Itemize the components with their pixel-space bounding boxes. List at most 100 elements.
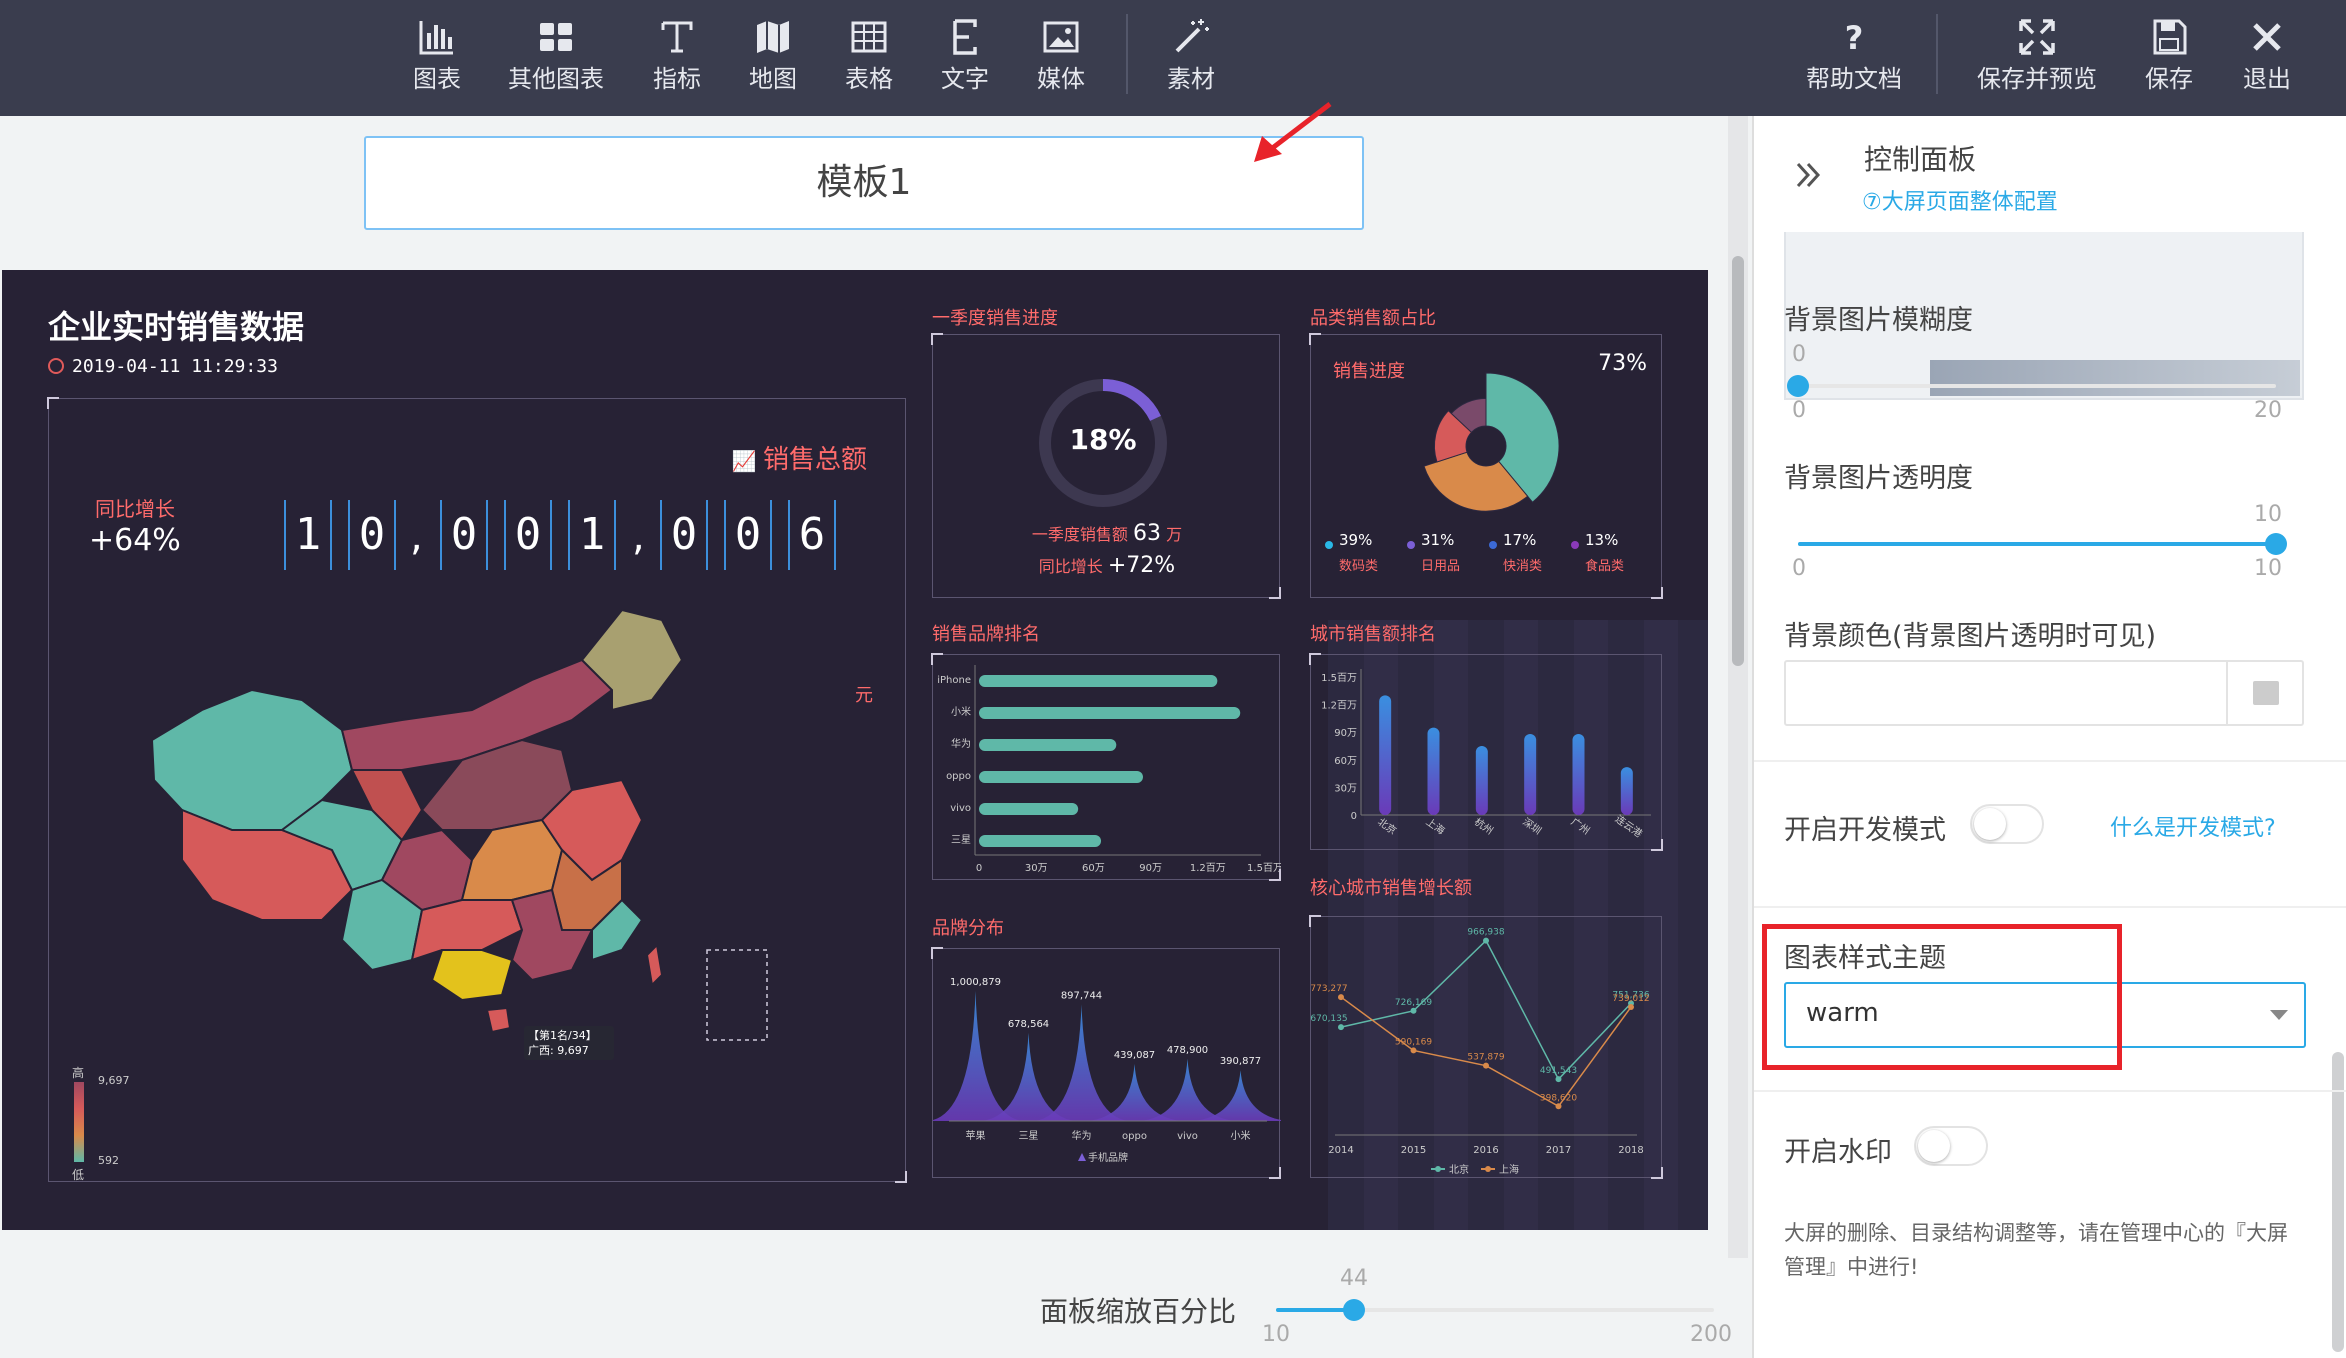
- toolbar-label: 文字: [941, 65, 989, 93]
- counter-digit: 0: [504, 500, 552, 570]
- zoom-slider-handle[interactable]: [1343, 1299, 1365, 1321]
- indicator-button[interactable]: 指标: [622, 14, 732, 104]
- media-button[interactable]: 媒体: [1006, 14, 1116, 104]
- legend-dot: [1571, 541, 1579, 549]
- panel-note: 大屏的删除、目录结构调整等，请在管理中心的『大屏管理』中进行!: [1784, 1221, 2288, 1279]
- chart-button[interactable]: 图表: [382, 14, 492, 104]
- city-rank-title: 城市销售额排名: [1310, 624, 1436, 645]
- category-progress-label: 销售进度: [1333, 361, 1405, 382]
- zoom-label: 面板缩放百分比: [1040, 1295, 1237, 1328]
- bg-color-input[interactable]: [1784, 660, 2304, 726]
- legend-marker: [1435, 1166, 1441, 1172]
- table-button[interactable]: 表格: [814, 14, 924, 104]
- close-icon: [2253, 23, 2281, 51]
- city-bar: [1475, 746, 1488, 815]
- opacity-slider-handle[interactable]: [2265, 533, 2287, 555]
- point-label: 773,277: [1311, 984, 1348, 994]
- brand-bar: [979, 707, 1241, 719]
- counter-digit: 6: [788, 500, 836, 570]
- peak-label: 678,564: [1008, 1019, 1049, 1030]
- opacity-label: 背景图片透明度: [1784, 463, 1973, 494]
- opacity-slider-fill: [1798, 542, 2276, 546]
- category-legend: 39% 数码类 31% 日用品 17% 快消类 13% 食品类: [1325, 531, 1655, 581]
- timestamp-text: 2019-04-11 11:29:33: [72, 356, 278, 377]
- point-label: 739,012: [1612, 994, 1649, 1004]
- toolbar-label: 地图: [749, 65, 797, 93]
- y-tick-label: 1.5百万: [1321, 672, 1357, 684]
- dev-mode-toggle[interactable]: [1970, 804, 2044, 844]
- brand-tick-label: oppo: [1122, 1131, 1147, 1142]
- panel-subtitle-link[interactable]: ⑦大屏页面整体配置: [1862, 184, 2058, 216]
- toolbar-label: 其他图表: [508, 65, 604, 93]
- y-tick-label: 0: [1351, 811, 1357, 822]
- toolbar-divider: [1936, 14, 1938, 94]
- arrow-annotation-icon: [1254, 102, 1332, 162]
- text-button[interactable]: 文字: [910, 14, 1020, 104]
- dashboard-screen[interactable]: 企业实时销售数据 2019-04-11 11:29:33 📈 销售总额 同比增长…: [2, 270, 1708, 1230]
- panel-scrollbar[interactable]: [2328, 232, 2346, 1358]
- save-button[interactable]: 保存: [2122, 14, 2216, 104]
- toolbar-label: 素材: [1167, 65, 1215, 93]
- peak-label: 897,744: [1061, 990, 1102, 1001]
- legend-item: 17% 快消类: [1489, 531, 1571, 581]
- dev-mode-help-link[interactable]: 什么是开发模式?: [2110, 810, 2276, 842]
- brand-tick-label: 华为: [1072, 1129, 1092, 1142]
- dev-mode-label: 开启开发模式: [1784, 815, 1946, 846]
- trend-icon: 📈: [731, 449, 763, 473]
- save-icon: [2153, 19, 2187, 55]
- blur-slider-track[interactable]: [1798, 384, 2276, 388]
- other-charts-button[interactable]: 其他图表: [501, 14, 611, 104]
- city-tick-label: 深圳: [1520, 816, 1543, 837]
- x-tick-label: 1.5百万: [1247, 862, 1281, 874]
- sales-total-title: 📈 销售总额: [732, 439, 867, 476]
- section-divider: [1754, 760, 2346, 762]
- panel-scrollbar-thumb[interactable]: [2332, 1052, 2344, 1352]
- city-tick-label: 广州: [1569, 816, 1592, 837]
- blur-slider-handle[interactable]: [1787, 375, 1809, 397]
- brand-tick-label: 华为: [951, 737, 971, 750]
- map-legend-gradient: [74, 1082, 84, 1162]
- legend-name: 快消类: [1503, 559, 1543, 574]
- city-bar: [1524, 734, 1537, 815]
- watermark-toggle[interactable]: [1914, 1126, 1988, 1166]
- series-point: [1483, 1062, 1489, 1069]
- q1-sales-label: 一季度销售额: [1031, 525, 1128, 544]
- counter-digit: 0: [348, 500, 396, 570]
- map-region-hainan: [485, 1006, 512, 1034]
- save-preview-button[interactable]: 保存并预览: [1970, 14, 2104, 104]
- counter-digit: 1: [568, 500, 616, 570]
- preview-thumbnail: [1930, 360, 2300, 396]
- series-point: [1410, 1047, 1417, 1054]
- counter-digit: 1: [284, 500, 332, 570]
- dashboard-timestamp: 2019-04-11 11:29:33: [48, 356, 278, 377]
- peak-label: 1,000,879: [950, 977, 1001, 988]
- help-docs-button[interactable]: ? 帮助文档: [1794, 14, 1914, 104]
- category-panel: 销售进度 73% 39% 数码类 31% 日用品 17% 快消类 13% 食品类: [1309, 333, 1663, 599]
- toolbar-label: 保存并预览: [1977, 65, 2097, 93]
- canvas-scrollbar-thumb[interactable]: [1732, 256, 1744, 666]
- template-title-input[interactable]: 模板1: [364, 136, 1364, 230]
- legend-item: 13% 食品类: [1571, 531, 1653, 581]
- city-bar: [1620, 767, 1633, 815]
- blur-value: 0: [1792, 342, 1806, 367]
- map-button[interactable]: 地图: [718, 14, 828, 104]
- clock-icon: [48, 358, 64, 374]
- toolbar-label: 指标: [653, 65, 701, 93]
- unit-label: 元: [855, 685, 873, 706]
- brand-dist-panel: 1,000,879 苹果 678,564 三星 897,744 华为 439,087 oppo…: [931, 947, 1281, 1179]
- color-picker-button[interactable]: [2226, 662, 2302, 724]
- legend-item: 39% 数码类: [1325, 531, 1407, 581]
- brand-rank-chart: iPhone 小米华为 oppo vivo 三星 0 30万 60万 90万 1.2百万 1.5百万: [937, 665, 1281, 874]
- collapse-panel-icon[interactable]: [1792, 158, 1826, 192]
- legend-name: 日用品: [1421, 559, 1461, 574]
- counter-comma: ,: [632, 514, 645, 560]
- city-bar: [1572, 734, 1585, 815]
- year-tick-label: 2016: [1473, 1145, 1498, 1156]
- x-tick-label: 1.2百万: [1190, 862, 1226, 874]
- panel-header: 控制面板 ⑦大屏页面整体配置: [1754, 116, 2346, 232]
- map-legend-min: 592: [98, 1154, 119, 1167]
- canvas-scrollbar[interactable]: [1728, 116, 1748, 1258]
- exit-button[interactable]: 退出: [2220, 14, 2314, 104]
- material-button[interactable]: 素材: [1136, 14, 1246, 104]
- legend-label: 上海: [1499, 1163, 1519, 1176]
